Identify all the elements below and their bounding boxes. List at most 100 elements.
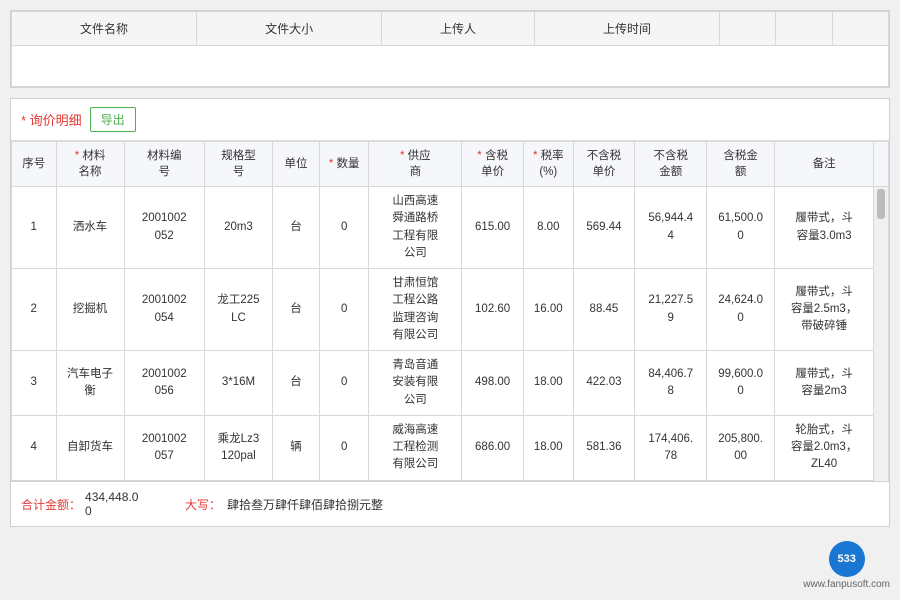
cell-spec <box>204 480 272 481</box>
th-no: 序号 <box>12 142 57 187</box>
cell-unit: 台 <box>272 187 319 269</box>
total-amount: 434,448.00 <box>85 490 165 518</box>
cell-supplier: 威海高速工程检测有限公司 <box>369 415 462 480</box>
cell-material-name: 挖掘机 <box>56 269 124 351</box>
cell-tax-price: 686.00 <box>462 415 524 480</box>
cell-tax-rate <box>524 480 573 481</box>
th-tax-rate: 税率(%) <box>524 142 573 187</box>
inquiry-header: * 询价明细 导出 <box>11 99 889 141</box>
th-notax-amount: 不含税金额 <box>635 142 707 187</box>
cell-notax-amount: 174,406.78 <box>635 415 707 480</box>
cell-material-name: 自卸货车 <box>56 415 124 480</box>
cell-qty: 0 <box>319 415 368 480</box>
cell-notax-price: 569.44 <box>573 187 635 269</box>
cell-tax-amount: 24,624.00 <box>707 269 775 351</box>
cell-tax-amount: 61,500.00 <box>707 187 775 269</box>
cell-spec: 龙工225LC <box>204 269 272 351</box>
th-remark: 备注 <box>775 142 874 187</box>
cell-tax-rate: 16.00 <box>524 269 573 351</box>
table-row: 4 自卸货车 2001002057 乘龙Lz3120pal 辆 0 威海高速工程… <box>12 415 889 480</box>
cell-material-code: 2001002056 <box>124 351 204 416</box>
cell-remark <box>775 480 874 481</box>
cell-tax-price: 498.00 <box>462 351 524 416</box>
cell-material-code: 2001002057 <box>124 415 204 480</box>
table-wrapper: 序号 材料名称 材料编号 规格型号 单位 数量 供应商 含税单价 税率(%) 不… <box>11 141 889 481</box>
cell-qty: 0 <box>319 351 368 416</box>
inquiry-section: * 询价明细 导出 序号 材料名称 材料编号 规格型号 单位 数量 供应商 含税… <box>10 98 890 527</box>
cell-notax-price: 422.03 <box>573 351 635 416</box>
file-col-uploader: 上传人 <box>382 12 535 46</box>
cell-tax-amount <box>707 480 775 481</box>
logo-watermark: 533 www.fanpusoft.com <box>803 541 890 590</box>
cell-spec: 乘龙Lz3120pal <box>204 415 272 480</box>
total-label: 合计金额： <box>21 496 81 513</box>
cell-remark: 履带式，斗容量3.0m3 <box>775 187 874 269</box>
cell-material-name: 汽车电子衡 <box>56 351 124 416</box>
table-row: 上传件 2001002 胶州市基... <box>12 480 889 481</box>
file-col-extra2 <box>776 12 832 46</box>
cell-supplier: 青岛音通安装有限公司 <box>369 351 462 416</box>
cell-material-code: 2001002 <box>124 480 204 481</box>
th-material-code: 材料编号 <box>124 142 204 187</box>
cell-notax-price: 88.45 <box>573 269 635 351</box>
cell-tax-price: 102.60 <box>462 269 524 351</box>
inquiry-title: * 询价明细 <box>21 110 82 129</box>
cell-no: 1 <box>12 187 57 269</box>
th-scrollbar <box>874 142 889 187</box>
cell-material-code: 2001002054 <box>124 269 204 351</box>
cell-remark: 轮胎式，斗容量2.0m3，ZL40 <box>775 415 874 480</box>
cell-notax-amount: 84,406.78 <box>635 351 707 416</box>
th-unit: 单位 <box>272 142 319 187</box>
cell-spec: 20m3 <box>204 187 272 269</box>
table-row: 2 挖掘机 2001002054 龙工225LC 台 0 甘肃恒馆工程公路监理咨… <box>12 269 889 351</box>
file-col-extra3 <box>832 12 888 46</box>
daxie-label: 大写： <box>185 496 221 513</box>
cell-notax-price: 581.36 <box>573 415 635 480</box>
cell-no <box>12 480 57 481</box>
footer-row: 合计金额： 434,448.00 大写： 肆拾叁万肆仟肆佰肆拾捌元整 <box>11 481 889 526</box>
cell-notax-amount: 21,227.59 <box>635 269 707 351</box>
file-col-extra1 <box>720 12 776 46</box>
cell-tax-price: 615.00 <box>462 187 524 269</box>
page-container: 文件名称 文件大小 上传人 上传时间 * 询价明细 导出 <box>0 0 900 537</box>
cell-unit <box>272 480 319 481</box>
file-col-size: 文件大小 <box>197 12 382 46</box>
cell-unit: 台 <box>272 269 319 351</box>
th-spec: 规格型号 <box>204 142 272 187</box>
cell-tax-rate: 18.00 <box>524 415 573 480</box>
th-tax-price: 含税单价 <box>462 142 524 187</box>
file-table: 文件名称 文件大小 上传人 上传时间 <box>11 11 889 87</box>
cell-material-code: 2001002052 <box>124 187 204 269</box>
export-button[interactable]: 导出 <box>90 107 136 132</box>
chat-badge[interactable]: 533 <box>829 541 865 577</box>
scrollbar[interactable] <box>874 187 889 481</box>
cell-supplier: 甘肃恒馆工程公路监理咨询有限公司 <box>369 269 462 351</box>
th-tax-amount: 含税金额 <box>707 142 775 187</box>
site-url: www.fanpusoft.com <box>803 579 890 590</box>
daxie-value: 肆拾叁万肆仟肆佰肆拾捌元整 <box>227 496 383 513</box>
cell-notax-amount <box>635 480 707 481</box>
th-supplier: 供应商 <box>369 142 462 187</box>
file-col-time: 上传时间 <box>534 12 719 46</box>
cell-qty <box>319 480 368 481</box>
data-table: 序号 材料名称 材料编号 规格型号 单位 数量 供应商 含税单价 税率(%) 不… <box>11 141 889 481</box>
cell-no: 3 <box>12 351 57 416</box>
th-qty: 数量 <box>319 142 368 187</box>
cell-material-name: 上传件 <box>56 480 124 481</box>
table-row: 3 汽车电子衡 2001002056 3*16M 台 0 青岛音通安装有限公司 … <box>12 351 889 416</box>
cell-tax-amount: 99,600.00 <box>707 351 775 416</box>
cell-notax-amount: 56,944.44 <box>635 187 707 269</box>
cell-no: 2 <box>12 269 57 351</box>
cell-unit: 辆 <box>272 415 319 480</box>
cell-spec: 3*16M <box>204 351 272 416</box>
cell-tax-rate: 18.00 <box>524 351 573 416</box>
file-col-name: 文件名称 <box>12 12 197 46</box>
file-table-section: 文件名称 文件大小 上传人 上传时间 <box>10 10 890 88</box>
cell-supplier: 山西高速舜通路桥工程有限公司 <box>369 187 462 269</box>
cell-tax-rate: 8.00 <box>524 187 573 269</box>
file-row-empty <box>12 46 889 87</box>
cell-no: 4 <box>12 415 57 480</box>
cell-unit: 台 <box>272 351 319 416</box>
table-row: 1 洒水车 2001002052 20m3 台 0 山西高速舜通路桥工程有限公司… <box>12 187 889 269</box>
cell-tax-amount: 205,800.00 <box>707 415 775 480</box>
